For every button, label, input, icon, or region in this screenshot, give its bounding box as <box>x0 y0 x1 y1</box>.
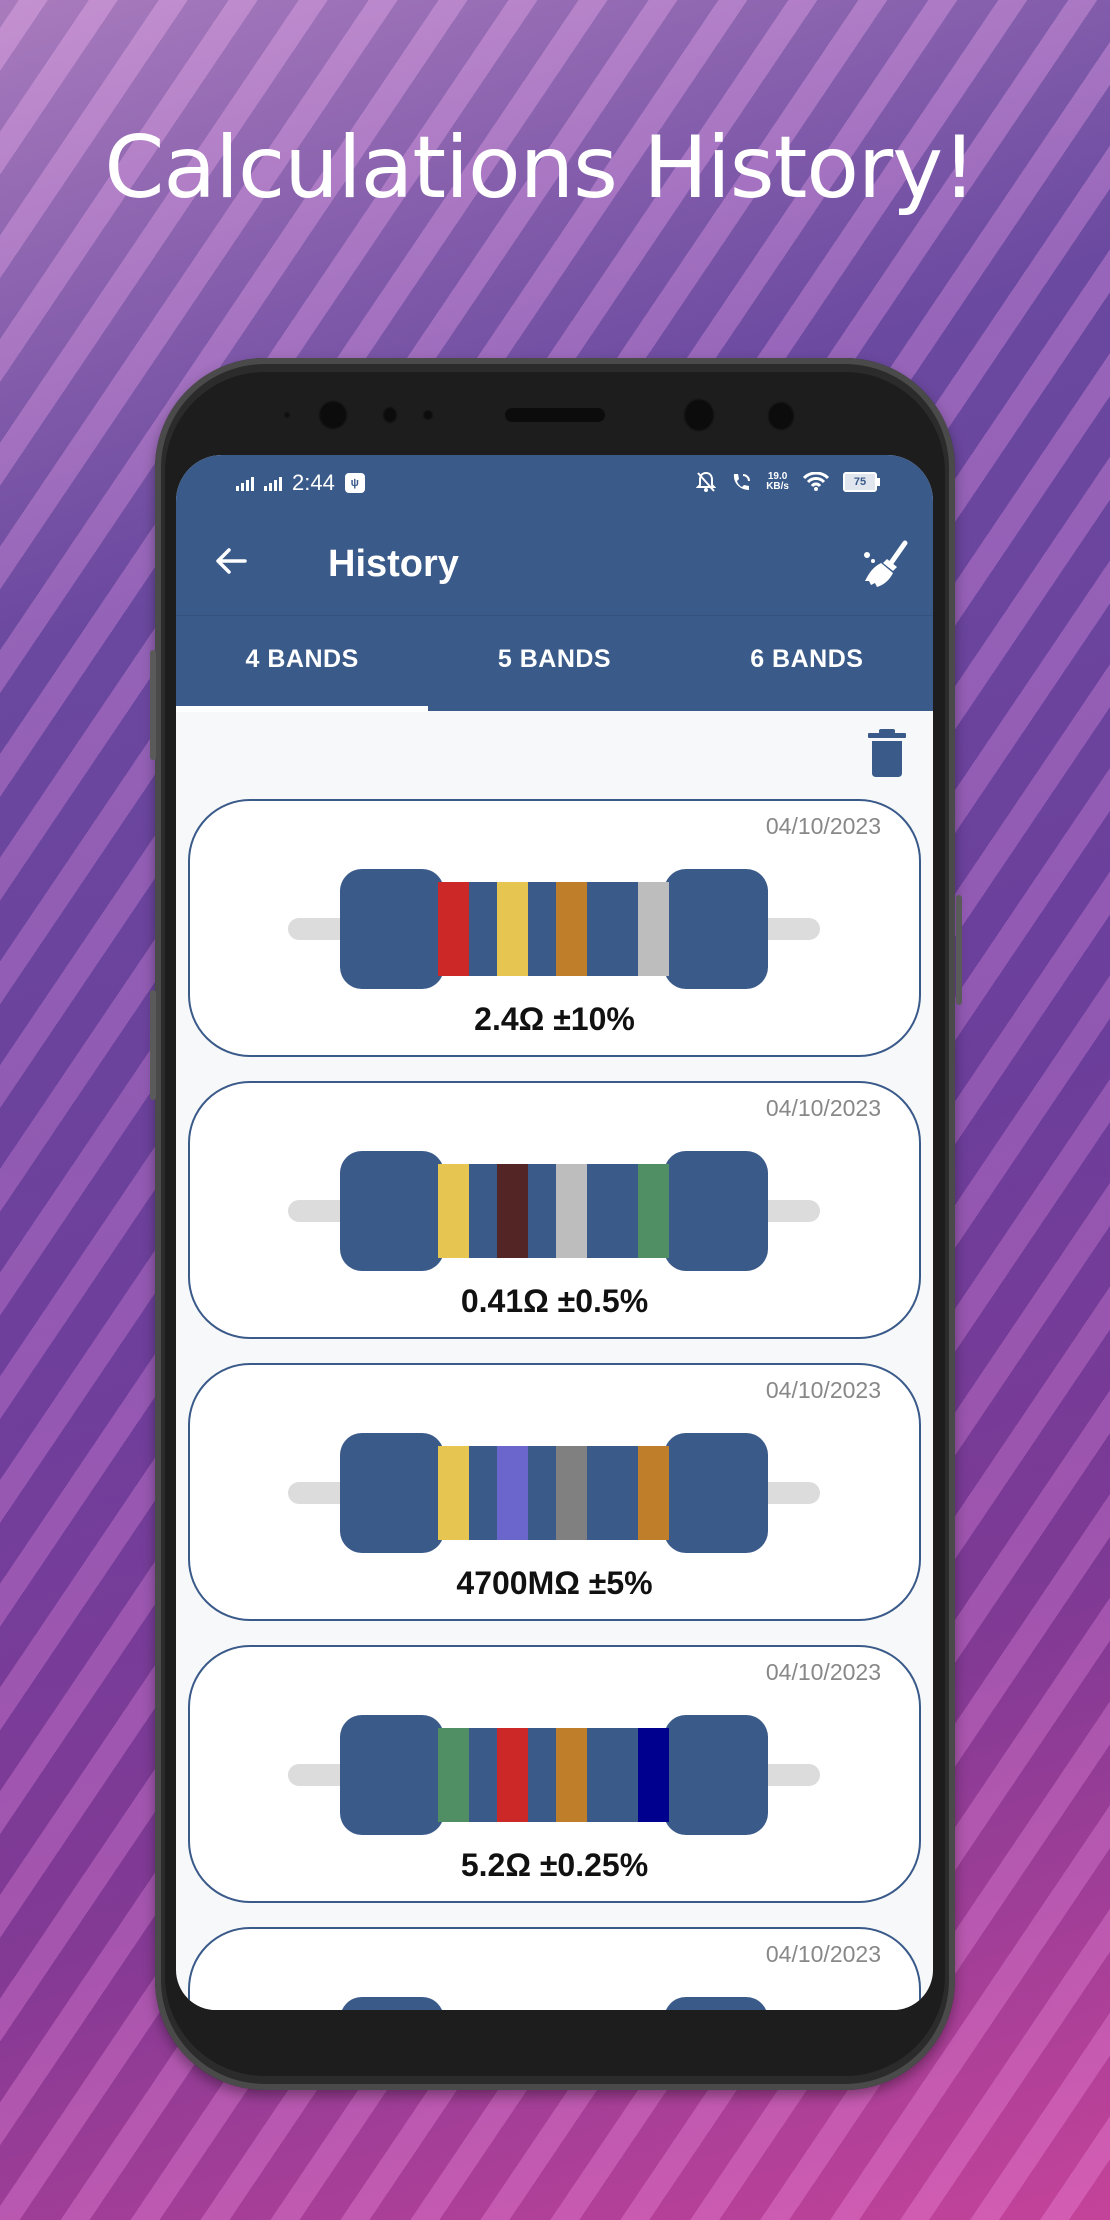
resistor-body <box>438 882 670 976</box>
resistor-end-cap <box>664 1997 768 2010</box>
color-band-2 <box>497 1446 528 1540</box>
card-date: 04/10/2023 <box>765 1941 881 1967</box>
trash-icon <box>868 729 906 777</box>
color-band-3 <box>556 1164 587 1258</box>
color-band-4 <box>638 1728 669 1822</box>
resistor-body <box>438 1164 670 1258</box>
color-band-1 <box>438 1446 469 1540</box>
history-list: 04/10/2023 2.4Ω ±10% 04/10/2023 0.41Ω ±0… <box>188 799 921 2010</box>
color-band-3 <box>556 1446 587 1540</box>
phone-side-button <box>150 650 156 760</box>
phone-front-camera <box>318 400 348 430</box>
wifi-calling-icon <box>734 474 751 490</box>
phone-sensor <box>382 406 398 424</box>
card-date: 04/10/2023 <box>765 1095 881 1121</box>
status-time: 2:44 <box>292 470 335 495</box>
back-button[interactable] <box>206 541 256 591</box>
tab-5-bands[interactable]: 5 BANDS <box>428 616 680 712</box>
resistor-end-cap <box>340 1433 444 1553</box>
phone-side-button <box>956 895 962 1005</box>
network-speed: 19.0 KB/s <box>766 471 789 492</box>
phone-camera <box>683 398 715 432</box>
resistor-end-cap <box>664 1433 768 1553</box>
signal-icon <box>264 475 282 491</box>
color-band-4 <box>638 1164 669 1258</box>
band-tabs: 4 BANDS 5 BANDS 6 BANDS <box>176 615 933 712</box>
color-band-2 <box>497 1728 528 1822</box>
clear-history-button[interactable] <box>857 537 913 593</box>
wifi-icon <box>803 472 829 491</box>
resistor-body <box>438 1728 670 1822</box>
color-band-4 <box>638 882 669 976</box>
color-band-2 <box>497 1164 528 1258</box>
resistor-end-cap <box>340 1997 444 2010</box>
battery-icon: 75 <box>843 472 880 492</box>
resistance-value: 2.4Ω ±10% <box>474 1001 635 1037</box>
card-date: 04/10/2023 <box>765 1659 881 1685</box>
resistance-value: 0.41Ω ±0.5% <box>460 1283 649 1319</box>
history-card[interactable]: 04/10/2023 <box>188 1927 921 2010</box>
color-band-3 <box>556 1728 587 1822</box>
tab-4-bands[interactable]: 4 BANDS <box>176 616 429 712</box>
phone-sensor <box>422 409 434 421</box>
history-card[interactable]: 04/10/2023 0.41Ω ±0.5% <box>188 1081 921 1339</box>
phone-speaker <box>505 408 605 422</box>
tab-6-bands[interactable]: 6 BANDS <box>681 616 933 712</box>
resistance-value: 4700MΩ ±5% <box>456 1565 653 1601</box>
history-card[interactable]: 04/10/2023 4700MΩ ±5% <box>188 1363 921 1621</box>
usb-debug-icon: ψ <box>344 473 365 493</box>
resistor-graphic <box>288 1151 820 1271</box>
broom-icon <box>864 540 908 587</box>
resistor-end-cap <box>340 869 444 989</box>
resistor-end-cap <box>664 869 768 989</box>
status-bar: 2:44 ψ 19.0 KB/s 75 <box>176 455 933 515</box>
resistor-graphic <box>288 869 820 989</box>
card-date: 04/10/2023 <box>765 813 881 839</box>
color-band-3 <box>556 882 587 976</box>
resistor-end-cap <box>664 1151 768 1271</box>
phone-side-button <box>150 990 156 1100</box>
page-title: History <box>328 543 459 585</box>
card-date: 04/10/2023 <box>765 1377 881 1403</box>
resistor-graphic <box>288 1433 820 1553</box>
toolbar: History <box>176 515 933 615</box>
resistor-graphic <box>288 1715 820 1835</box>
resistor-end-cap <box>340 1715 444 1835</box>
signal-icon <box>236 475 254 491</box>
phone-sensor <box>283 411 291 419</box>
app-screen: 2:44 ψ 19.0 KB/s 75 History 4 BANDS 5 BA… <box>176 455 933 2010</box>
arrow-left-icon <box>216 548 247 574</box>
resistance-value: 5.2Ω ±0.25% <box>460 1847 649 1883</box>
phone-sensor <box>767 401 795 431</box>
color-band-1 <box>438 1728 469 1822</box>
delete-button[interactable] <box>865 727 909 779</box>
resistor-graphic <box>288 1997 820 2010</box>
promo-title: Calculations History! <box>104 118 976 218</box>
resistor-body <box>438 1446 670 1540</box>
color-band-2 <box>497 882 528 976</box>
history-card[interactable]: 04/10/2023 5.2Ω ±0.25% <box>188 1645 921 1903</box>
color-band-4 <box>638 1446 669 1540</box>
history-card[interactable]: 04/10/2023 2.4Ω ±10% <box>188 799 921 1057</box>
color-band-1 <box>438 882 469 976</box>
color-band-1 <box>438 1164 469 1258</box>
app-bar: 2:44 ψ 19.0 KB/s 75 History 4 BANDS 5 BA… <box>176 455 933 712</box>
resistor-end-cap <box>664 1715 768 1835</box>
resistor-end-cap <box>340 1151 444 1271</box>
bell-off-icon <box>696 471 717 492</box>
